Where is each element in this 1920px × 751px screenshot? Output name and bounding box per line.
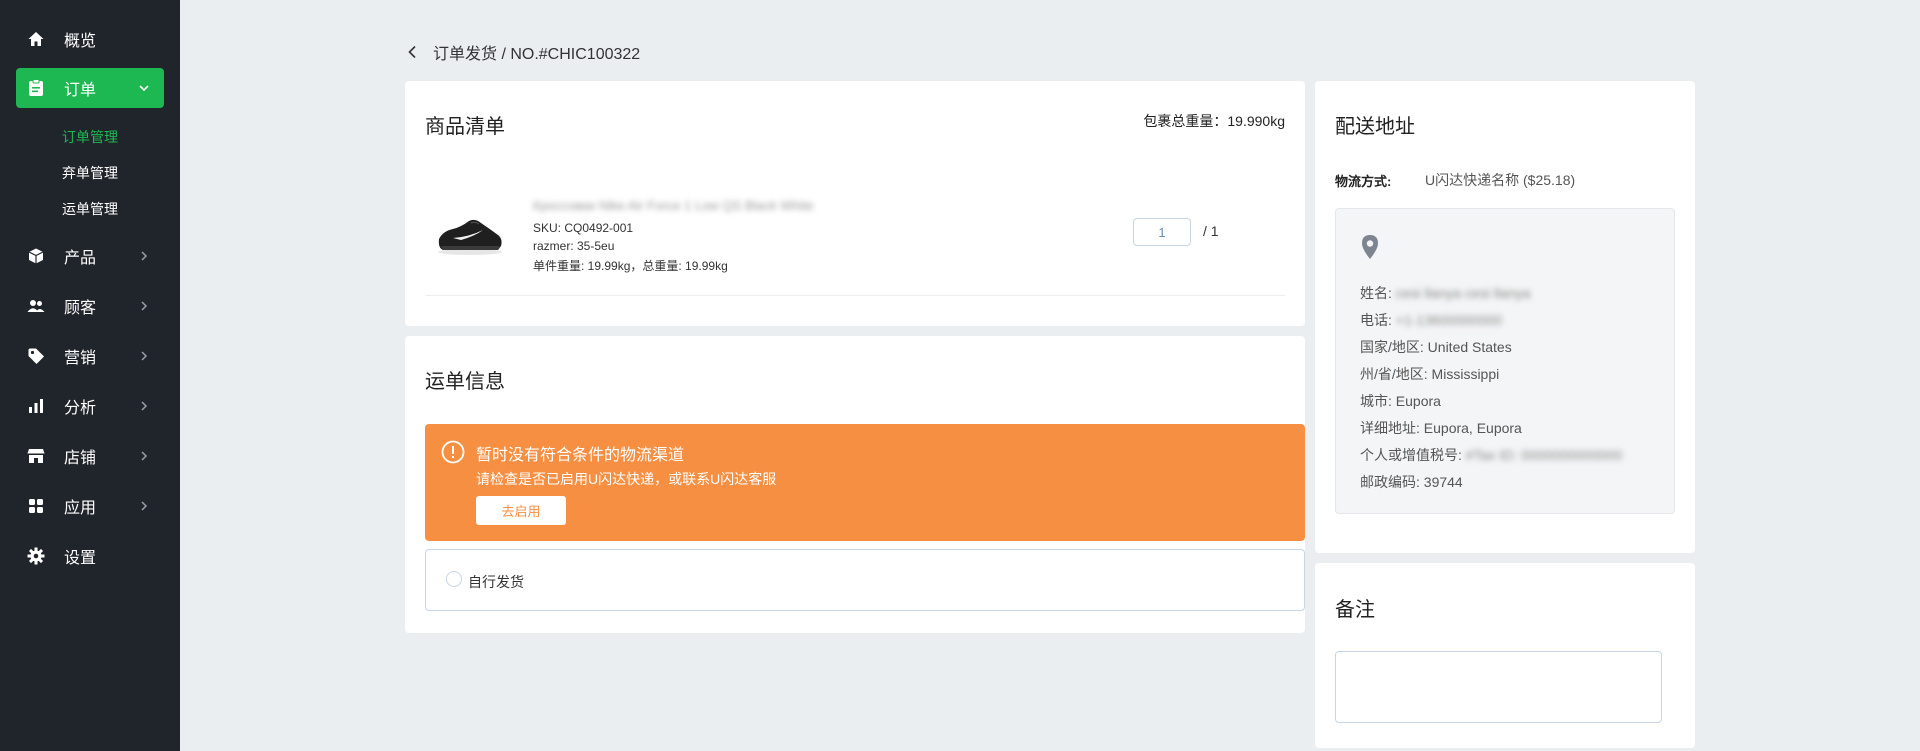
location-pin-icon [1362, 235, 1378, 259]
nav-label: 顾客 [64, 300, 97, 317]
package-total-weight: 包裹总重量：19.990kg [1143, 113, 1285, 129]
quantity-input[interactable] [1133, 218, 1191, 246]
shipping-address-title: 配送地址 [1335, 116, 1415, 138]
box-icon [26, 246, 46, 266]
nav-item-apps[interactable]: 应用 [16, 486, 164, 526]
shipping-address-card: 配送地址 物流方式: U闪达快递名称 ($25.18) 姓名: cesi lla… [1315, 81, 1695, 553]
remark-textarea[interactable] [1335, 651, 1662, 723]
divider [425, 295, 1285, 296]
clipboard-icon [26, 78, 46, 98]
enable-button[interactable]: 去启用 [476, 496, 566, 525]
users-icon [26, 296, 46, 316]
quantity-total: / 1 [1203, 223, 1219, 239]
address-box: 姓名: cesi llanya cesi llanya 电话: +1-13600… [1335, 208, 1675, 514]
product-image [435, 205, 505, 265]
alert-title: 暂时没有符合条件的物流渠道 [476, 447, 685, 464]
gear-icon [26, 546, 46, 566]
nav-item-overview[interactable]: 概览 [16, 19, 164, 59]
breadcrumb: 订单发货 / NO.#CHIC100322 [405, 40, 640, 64]
nav-item-settings[interactable]: 设置 [16, 536, 164, 576]
nav-label: 设置 [64, 550, 97, 567]
tag-icon [26, 346, 46, 366]
nav-item-marketing[interactable]: 营销 [16, 336, 164, 376]
chevron-right-icon [141, 401, 148, 411]
alert-description: 请检查是否已启用U闪达快递，或联系U闪达客服 [476, 471, 777, 487]
product-list-card: 商品清单 包裹总重量：19.990kg Кроссовки Nike Air F… [405, 81, 1305, 326]
product-name[interactable]: Кроссовки Nike Air Force 1 Low QS Black … [533, 198, 813, 213]
chevron-right-icon [141, 251, 148, 261]
nav-label: 店铺 [64, 450, 97, 467]
nav-label: 营销 [64, 350, 97, 367]
address-phone: 电话: +1-13600000000 [1360, 312, 1503, 328]
no-logistics-alert: 暂时没有符合条件的物流渠道 请检查是否已启用U闪达快递，或联系U闪达客服 去启用 [425, 424, 1305, 541]
shipping-method-label: 物流方式: [1335, 174, 1392, 189]
address-detail: 详细地址: Eupora, Eupora [1360, 420, 1522, 436]
shipping-method-value: U闪达快递名称 ($25.18) [1425, 172, 1576, 188]
self-ship-option[interactable]: 自行发货 [425, 549, 1305, 611]
address-name: 姓名: cesi llanya cesi llanya [1360, 285, 1531, 301]
product-size: razmer: 35-5eu [533, 239, 615, 253]
alert-circle-icon [441, 440, 465, 464]
product-sku: SKU: CQ0492-001 [533, 221, 634, 235]
product-list-title: 商品清单 [425, 116, 505, 138]
bar-chart-icon [26, 396, 46, 416]
subnav-order-management[interactable]: 订单管理 [62, 127, 118, 147]
breadcrumb-text: 订单发货 / NO.#CHIC100322 [433, 46, 641, 63]
sidebar: 概览 订单 订单管理 弃单管理 运单管理 产品 顾客 营销 分析 店铺 应用 设… [0, 0, 180, 751]
address-state: 州/省/地区: Mississippi [1360, 366, 1500, 382]
nav-item-store[interactable]: 店铺 [16, 436, 164, 476]
nav-item-customers[interactable]: 顾客 [16, 286, 164, 326]
remark-title: 备注 [1335, 599, 1375, 621]
self-ship-radio[interactable] [446, 571, 462, 587]
remark-card: 备注 [1315, 563, 1695, 748]
chevron-right-icon [141, 451, 148, 461]
home-icon [26, 29, 46, 49]
nav-item-analytics[interactable]: 分析 [16, 386, 164, 426]
subnav-abandoned-orders[interactable]: 弃单管理 [62, 163, 118, 183]
waybill-title: 运单信息 [425, 371, 505, 393]
chevron-down-icon [139, 85, 149, 92]
subnav-waybill-management[interactable]: 运单管理 [62, 199, 118, 219]
nav-label: 应用 [64, 500, 97, 517]
chevron-left-icon[interactable] [405, 44, 421, 60]
address-city: 城市: Eupora [1360, 393, 1441, 409]
address-country: 国家/地区: United States [1360, 339, 1512, 355]
nav-label: 分析 [64, 400, 97, 417]
nav-item-products[interactable]: 产品 [16, 236, 164, 276]
address-tax-id: 个人或增值税号: #Tax ID: 0000000000000 [1360, 447, 1623, 463]
chevron-right-icon [141, 351, 148, 361]
chevron-right-icon [141, 501, 148, 511]
store-icon [26, 446, 46, 466]
waybill-card: 运单信息 暂时没有符合条件的物流渠道 请检查是否已启用U闪达快递，或联系U闪达客… [405, 336, 1305, 633]
chevron-right-icon [141, 301, 148, 311]
nav-label: 概览 [64, 33, 97, 50]
apps-icon [26, 496, 46, 516]
nav-label: 订单 [64, 82, 97, 99]
nav-item-orders[interactable]: 订单 [16, 68, 164, 108]
nav-label: 产品 [64, 250, 97, 267]
address-zip: 邮政编码: 39744 [1360, 474, 1463, 490]
self-ship-label: 自行发货 [468, 574, 524, 590]
product-weight: 单件重量: 19.99kg，总重量: 19.99kg [533, 259, 728, 273]
